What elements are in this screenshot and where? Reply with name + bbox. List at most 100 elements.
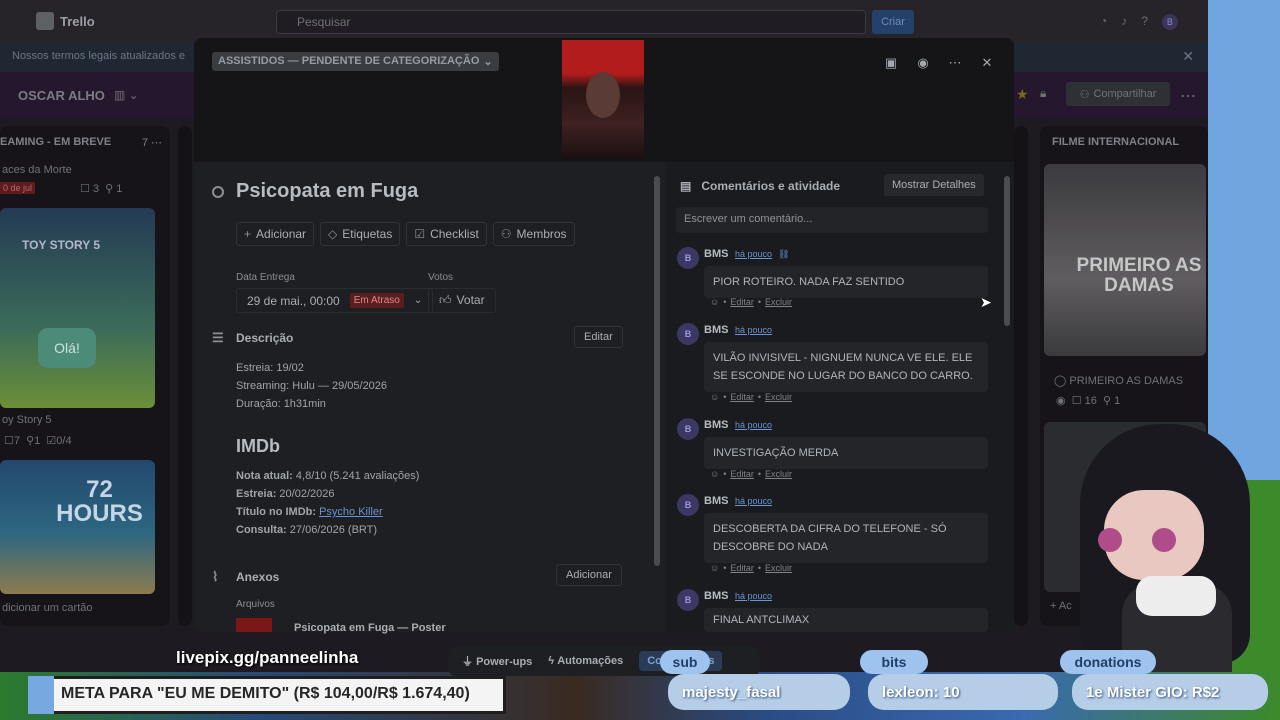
automations-button[interactable]: ϟ Automações: [548, 655, 623, 667]
comment-author: BMS: [704, 324, 729, 336]
avatar[interactable]: B: [677, 418, 699, 440]
attachment-name[interactable]: Psicopata em Fuga — Poster: [294, 622, 446, 634]
scrollbar[interactable]: [654, 176, 660, 566]
comment-time[interactable]: há pouco: [735, 249, 772, 259]
reaction-icon[interactable]: ☺: [710, 469, 719, 479]
72-hours-poster[interactable]: 72 HOURS: [0, 460, 155, 594]
add-attachment-button[interactable]: Adicionar: [556, 564, 622, 586]
primeiro-as-damas-poster[interactable]: PRIMEIRO AS DAMAS: [1044, 164, 1206, 356]
delete-comment-link[interactable]: Excluir: [765, 297, 792, 307]
list-selector-label: ASSISTIDOS — PENDENTE DE CATEGORIZAÇÃO: [218, 55, 480, 67]
comment-input[interactable]: Escrever um comentário...: [676, 207, 988, 233]
members-button[interactable]: ⚇ Membros: [492, 222, 575, 246]
close-icon[interactable]: ✕: [976, 52, 998, 74]
delete-comment-link[interactable]: Excluir: [765, 392, 792, 402]
add-card-button[interactable]: dicionar um cartão: [2, 602, 93, 614]
avatar[interactable]: B: [677, 494, 699, 516]
checklist-button[interactable]: ☑ Checklist: [406, 222, 487, 246]
more-icon[interactable]: ⋯: [944, 52, 966, 74]
help-icon[interactable]: ?: [1141, 14, 1148, 30]
edit-comment-link[interactable]: Editar: [730, 297, 754, 307]
poster-text: Olá!: [38, 328, 96, 368]
more-icon[interactable]: ⋯: [1180, 86, 1196, 106]
activity-icon: ▤: [680, 179, 692, 193]
avatar[interactable]: B: [677, 589, 699, 611]
list-title[interactable]: FILME INTERNACIONAL: [1052, 136, 1179, 148]
close-icon[interactable]: ✕: [1182, 48, 1194, 65]
card-title[interactable]: oy Story 5: [2, 414, 52, 426]
card-title[interactable]: aces da Morte: [2, 164, 72, 176]
poster-face: [586, 72, 620, 118]
image-icon[interactable]: ▣: [880, 52, 902, 74]
lightning-icon: ϟ: [548, 655, 555, 667]
lock-icon[interactable]: 🔒︎: [1040, 86, 1046, 101]
list-selector[interactable]: ASSISTIDOS — PENDENTE DE CATEGORIZAÇÃO ⌄: [212, 52, 499, 71]
add-card-button[interactable]: + Ac: [1050, 600, 1072, 612]
user-avatar[interactable]: B: [1161, 14, 1178, 30]
due-date-button[interactable]: 29 de mai., 00:00 Em Atraso ⌄: [236, 288, 434, 313]
trello-logo[interactable]: Trello: [36, 12, 95, 30]
board-title[interactable]: OSCAR ALHO: [18, 88, 105, 103]
comment-actions: ☺ • Editar • Excluir: [710, 392, 793, 402]
search-input[interactable]: Pesquisar: [276, 10, 866, 34]
bits-label: bits: [860, 650, 928, 674]
comment-time[interactable]: há pouco: [735, 591, 772, 601]
comment-text: DESCOBERTA DA CIFRA DO TELEFONE - SÓ DES…: [704, 513, 988, 563]
vtuber-collar: [1136, 576, 1216, 616]
comment-text: INVESTIGAÇÃO MERDA: [704, 437, 988, 469]
comment-text: FINAL ANTCLIMAX: [704, 608, 988, 632]
edit-description-button[interactable]: Editar: [574, 326, 623, 348]
card-title[interactable]: ◯ PRIMEIRO AS DAMAS: [1054, 374, 1183, 387]
edit-comment-link[interactable]: Editar: [730, 563, 754, 573]
due-date-value: 29 de mai., 00:00: [247, 293, 340, 308]
add-button[interactable]: + Adicionar: [236, 222, 315, 246]
comment-actions: ☺ • Editar • Excluir: [710, 297, 793, 307]
edit-comment-link[interactable]: Editar: [730, 392, 754, 402]
chevron-down-icon: ⌄: [413, 295, 423, 306]
complete-toggle[interactable]: [212, 185, 224, 198]
board-view-switcher-icon[interactable]: ▥ ⌄: [114, 88, 139, 102]
imdb-title-link[interactable]: Psycho Killer: [319, 506, 383, 518]
comment-author: BMS: [704, 419, 729, 431]
delete-comment-link[interactable]: Excluir: [765, 563, 792, 573]
scrollbar[interactable]: [1004, 176, 1010, 326]
eye-icon[interactable]: ◉: [912, 52, 934, 74]
delete-comment-link[interactable]: Excluir: [765, 469, 792, 479]
link-icon[interactable]: ⛓: [778, 249, 789, 260]
edit-comment-link[interactable]: Editar: [730, 469, 754, 479]
create-button[interactable]: Criar: [872, 10, 914, 34]
list-title[interactable]: EAMING - EM BREVE: [0, 136, 111, 148]
share-button[interactable]: ⚇ Compartilhar: [1066, 82, 1170, 106]
vtuber-eye: [1098, 528, 1122, 552]
reaction-icon[interactable]: ☺: [710, 563, 719, 573]
reaction-icon[interactable]: ☺: [710, 297, 719, 307]
card-title[interactable]: Psicopata em Fuga: [236, 180, 418, 203]
comment-time[interactable]: há pouco: [735, 420, 772, 430]
labels-button[interactable]: ◇ Etiquetas: [320, 222, 401, 246]
avatar[interactable]: B: [677, 323, 699, 345]
goal-progress-fill: [28, 676, 54, 714]
sub-label: sub: [660, 650, 710, 674]
megaphone-icon[interactable]: ◔: [1100, 14, 1107, 30]
vote-button[interactable]: 👍︎ Votar: [428, 288, 496, 313]
comment-author: BMS: [704, 590, 729, 602]
power-ups-button[interactable]: ⏚ Power-ups: [462, 653, 532, 669]
comment-author: BMS: [704, 495, 729, 507]
avatar[interactable]: B: [677, 247, 699, 269]
attachment-thumbnail[interactable]: [236, 618, 272, 632]
comment-time[interactable]: há pouco: [735, 496, 772, 506]
overdue-badge: Em Atraso: [349, 293, 404, 308]
show-details-button[interactable]: Mostrar Detalhes: [884, 174, 984, 196]
card-meta: ☐ 3 ⚲ 1: [80, 183, 123, 195]
donation-goal-bar: META PARA "EU ME DEMITO" (R$ 104,00/R$ 1…: [28, 676, 506, 714]
star-icon[interactable]: ★: [1016, 86, 1029, 103]
toy-story-poster[interactable]: TOY STORY 5 Olá!: [0, 208, 155, 408]
list-edge: [178, 126, 192, 626]
livepix-url: livepix.gg/panneelinha: [176, 648, 359, 667]
description-line: Estreia: 19/02: [236, 362, 304, 374]
comment-author: BMS: [704, 248, 729, 260]
plus-icon: +: [244, 227, 252, 241]
comment-time[interactable]: há pouco: [735, 325, 772, 335]
reaction-icon[interactable]: ☺: [710, 392, 719, 402]
bell-icon[interactable]: ♪: [1121, 14, 1127, 30]
